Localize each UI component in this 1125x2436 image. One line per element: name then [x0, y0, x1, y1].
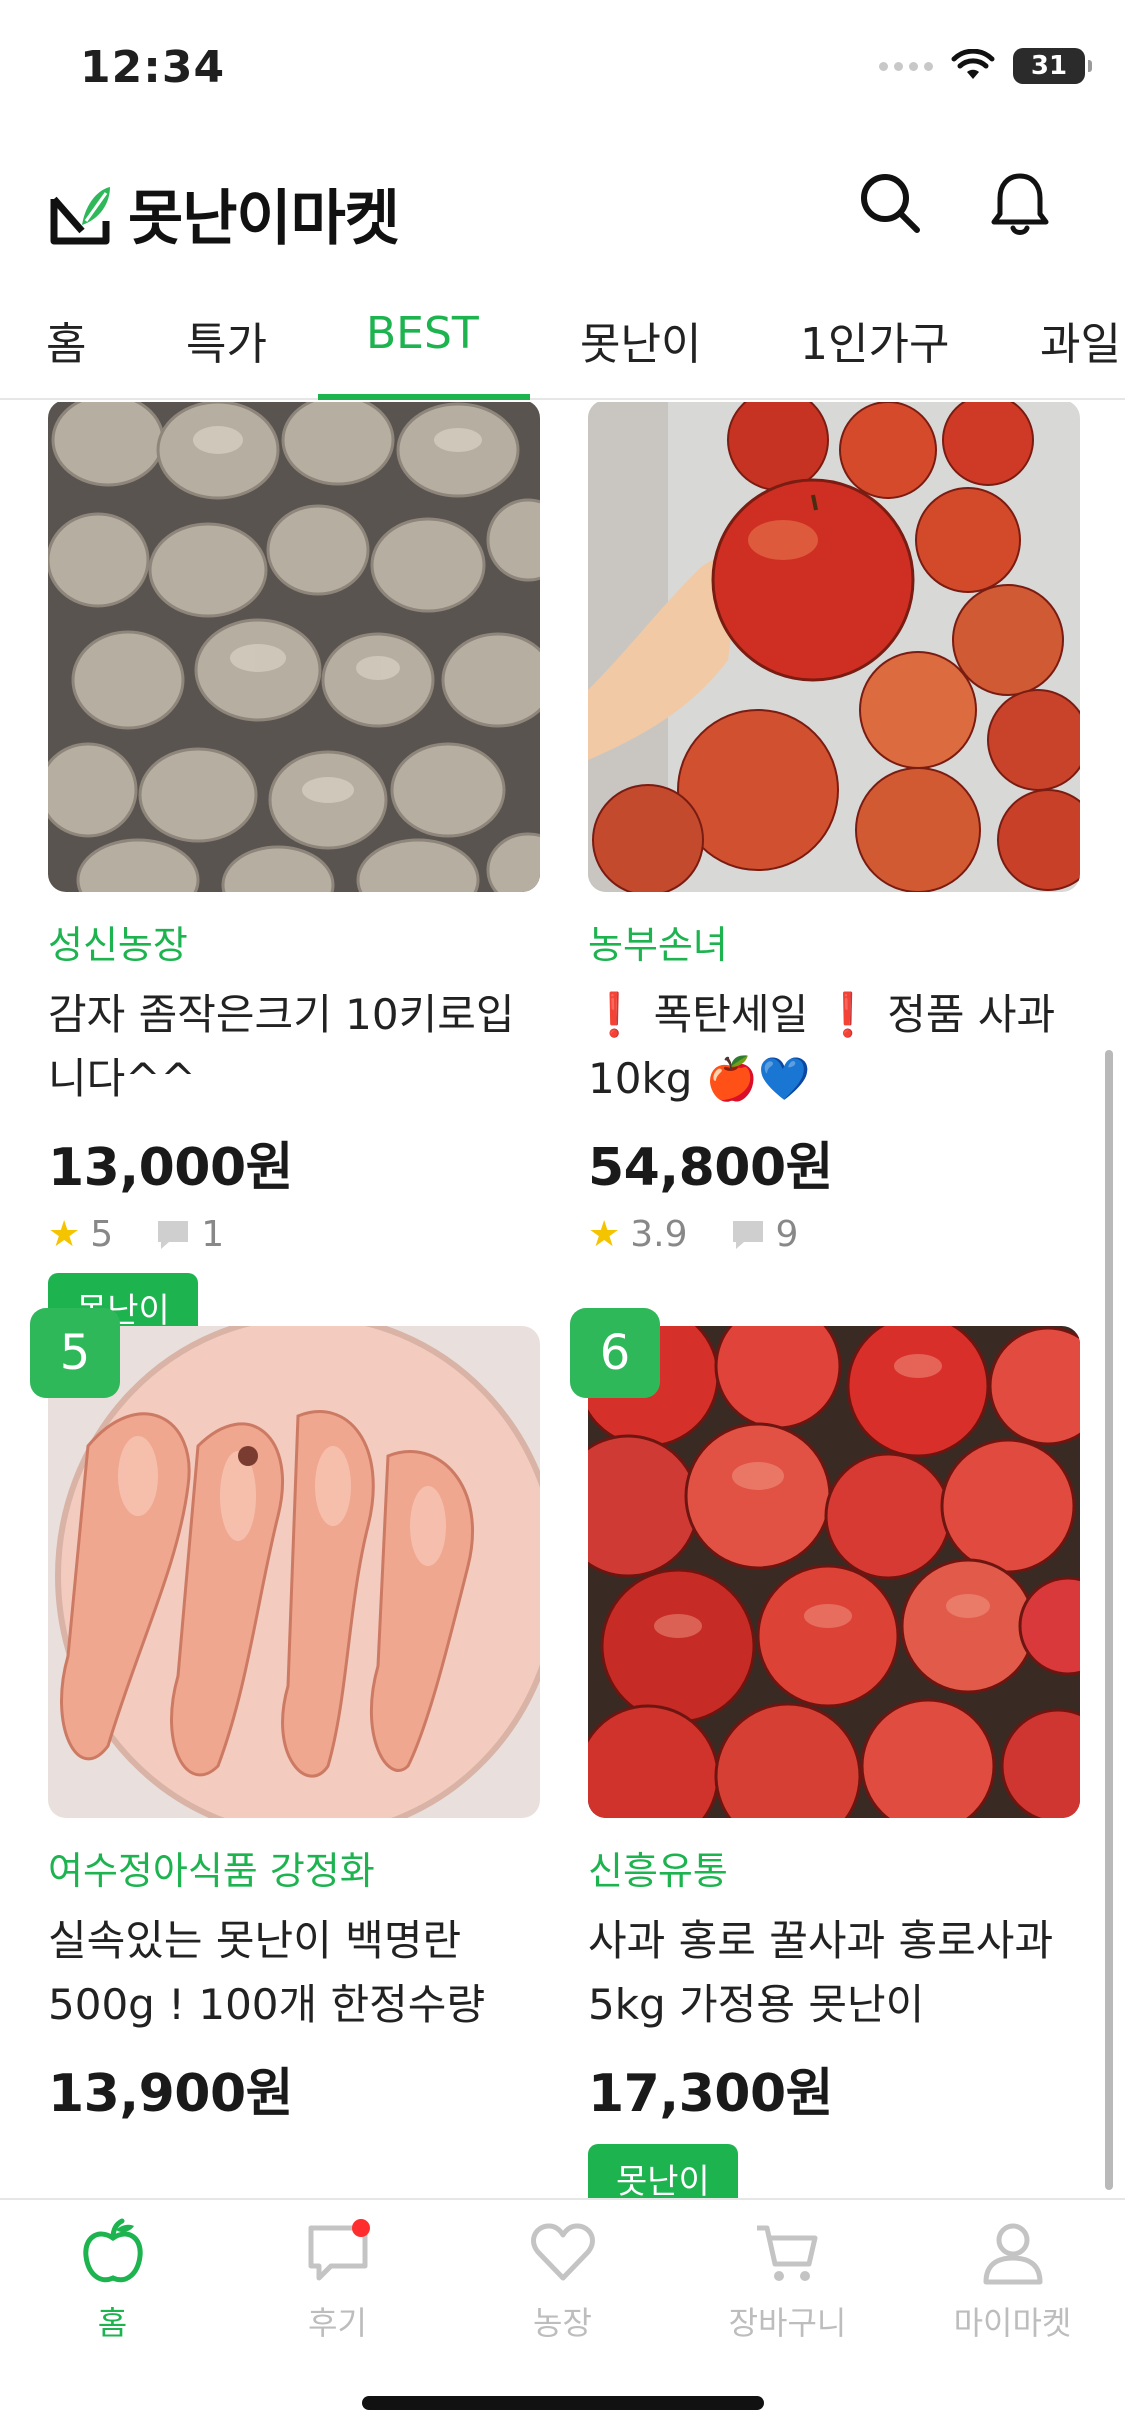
- product-card[interactable]: 성신농장 감자 좀작은크기 10키로입니다^^ 13,000원 ★ 5 1 못난…: [48, 402, 540, 1342]
- status-icons: 31: [879, 48, 1092, 84]
- product-title: 실속있는 못난이 백명란 500g ! 100개 한정수량: [48, 1916, 486, 2029]
- nav-label: 장바구니: [728, 2304, 847, 2342]
- status-time: 12:34: [80, 42, 226, 93]
- product-price: 13,900원: [48, 2064, 294, 2124]
- nav-label: 마이마켓: [953, 2304, 1072, 2342]
- product-image-apples[interactable]: [588, 402, 1080, 892]
- review-count: 1: [201, 1214, 225, 1255]
- star-icon: ★: [588, 1214, 621, 1255]
- search-icon[interactable]: [855, 168, 925, 238]
- farm-name: 신흥유통: [588, 1849, 728, 1893]
- tab-ugly[interactable]: 못난이: [580, 308, 701, 372]
- tab-home[interactable]: 홈: [46, 308, 86, 372]
- product-title: ❗️ 폭탄세일 ❗️ 정품 사과 10kg 🍎💙: [588, 990, 1056, 1103]
- product-title: 사과 홍로 꿀사과 홍로사과 5kg 가정용 못난이: [588, 1916, 1054, 2029]
- product-image-potatoes[interactable]: [48, 402, 540, 892]
- signal-icon: [879, 61, 933, 71]
- product-card[interactable]: 농부손녀 ❗️ 폭탄세일 ❗️ 정품 사과 10kg 🍎💙 54,800원 ★ …: [588, 402, 1080, 1255]
- nav-cart[interactable]: 장바구니: [675, 2218, 900, 2344]
- product-list: 성신농장 감자 좀작은크기 10키로입니다^^ 13,000원 ★ 5 1 못난…: [0, 402, 1125, 2198]
- nav-reviews[interactable]: 후기: [225, 2218, 450, 2344]
- comment-icon: [732, 1220, 763, 1249]
- farm-name: 성신농장: [48, 923, 188, 967]
- status-bar: 12:34 31: [0, 0, 1125, 140]
- product-card[interactable]: 5 여수정아식품 강정화 실속있는 못난이 백명란 500g ! 100개 한정…: [30, 1308, 540, 2126]
- product-title: 감자 좀작은크기 10키로입니다^^: [48, 990, 515, 1103]
- review-count: 9: [775, 1214, 799, 1255]
- rank-badge: 6: [570, 1308, 660, 1398]
- user-icon: [983, 2223, 1042, 2285]
- farm-name: 여수정아식품 강정화: [48, 1849, 375, 1893]
- cart-icon: [756, 2225, 817, 2281]
- rating-value: 3.9: [630, 1214, 688, 1255]
- product-price: 17,300원: [588, 2064, 834, 2124]
- nav-label: 농장: [533, 2304, 592, 2342]
- product-card[interactable]: 6 신흥유통 사과 홍로 꿀사과 홍로사과 5kg 가정용 못난이 17,300…: [570, 1308, 1080, 2198]
- active-tab-indicator: [318, 394, 530, 400]
- nav-label: 후기: [308, 2304, 367, 2342]
- nav-my-market[interactable]: 마이마켓: [900, 2218, 1125, 2344]
- rating-value: 5: [90, 1214, 114, 1255]
- rank-badge: 5: [30, 1308, 120, 1398]
- star-icon: ★: [48, 1214, 81, 1255]
- tab-special[interactable]: 특가: [186, 308, 267, 372]
- nav-label: 홈: [97, 2304, 128, 2342]
- product-image-roe[interactable]: [48, 1326, 540, 1818]
- wifi-icon: [951, 49, 995, 79]
- nav-home[interactable]: 홈: [0, 2218, 225, 2344]
- logo-icon: [50, 186, 110, 244]
- comment-icon: [158, 1220, 189, 1249]
- bell-icon[interactable]: [985, 168, 1055, 238]
- tab-fruit[interactable]: 과일: [1040, 308, 1121, 372]
- product-stats: ★ 3.9 9: [588, 1214, 1080, 1255]
- apple-icon: [82, 2218, 143, 2283]
- logo[interactable]: 못난이마켓: [48, 170, 400, 257]
- product-price: 13,000원: [48, 1138, 294, 1198]
- battery-icon: 31: [1013, 48, 1092, 84]
- product-price: 54,800원: [588, 1138, 834, 1198]
- category-tabs: 홈 특가 BEST 못난이 1인가구 과일: [0, 270, 1125, 400]
- app-title: 못난이마켓: [128, 184, 400, 254]
- product-stats: ★ 5 1: [48, 1214, 540, 1255]
- chat-bubble-icon: [308, 2219, 370, 2281]
- tab-best[interactable]: BEST: [366, 308, 479, 359]
- ugly-tag: 못난이: [588, 2144, 738, 2198]
- app-header: 못난이마켓: [0, 140, 1125, 270]
- home-indicator: [362, 2396, 764, 2410]
- tab-single-household[interactable]: 1인가구: [800, 308, 949, 372]
- farm-name: 농부손녀: [588, 923, 728, 967]
- nav-farm[interactable]: 농장: [450, 2218, 675, 2344]
- heart-icon: [530, 2223, 595, 2281]
- scrollbar[interactable]: [1105, 1050, 1113, 2190]
- product-image-red-apples[interactable]: [588, 1326, 1080, 1818]
